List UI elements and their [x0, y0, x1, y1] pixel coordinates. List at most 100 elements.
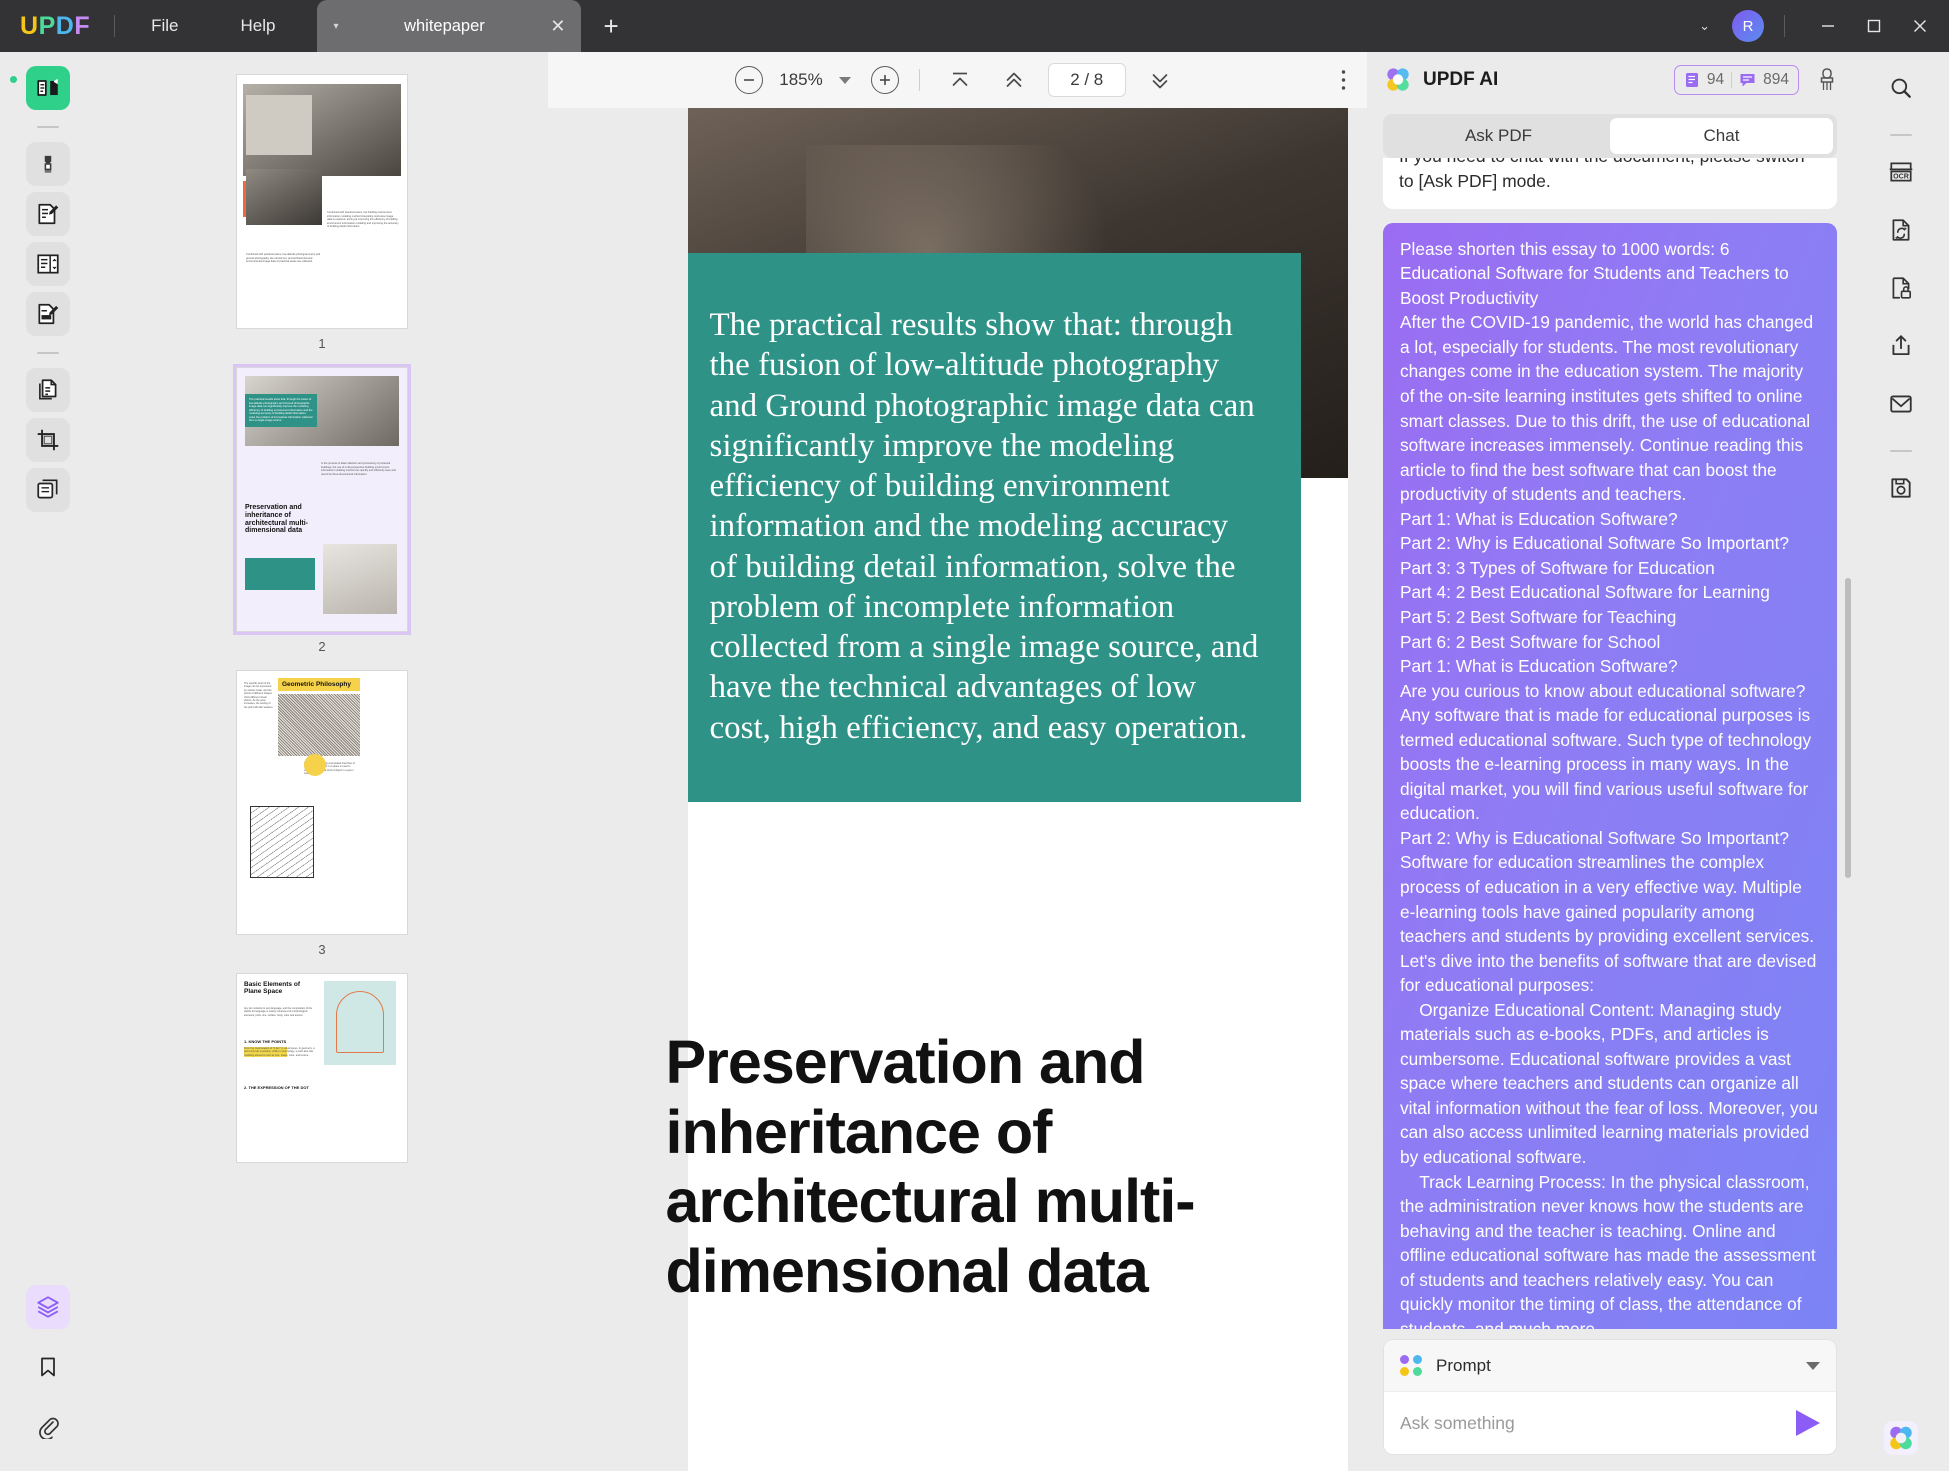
left-tool-rail — [0, 52, 96, 1471]
first-page-icon — [948, 68, 972, 92]
more-vertical-icon — [1341, 69, 1346, 91]
first-page-button[interactable] — [940, 60, 980, 100]
document-viewer: 185% 2 / 8 — [548, 52, 1367, 1471]
next-page-button[interactable] — [1140, 60, 1180, 100]
thumbnail-page-2[interactable]: The practical results show that: through… — [236, 367, 408, 632]
batch-icon — [35, 477, 61, 503]
prompt-chevron-down-icon[interactable] — [1806, 1362, 1820, 1370]
updf-logo[interactable]: U P D F — [20, 12, 90, 41]
thumbnail-label-2: 2 — [318, 639, 325, 654]
page-teal-paragraph: The practical results show that: through… — [688, 253, 1301, 802]
document-badge-icon — [1684, 72, 1700, 88]
logo-letter-p: P — [39, 12, 56, 41]
titlebar-right-group: ⌄ R — [1699, 0, 1949, 52]
tool-protect[interactable] — [1879, 266, 1923, 310]
right-tool-rail: OCR — [1853, 52, 1949, 1471]
zoom-dropdown-icon[interactable] — [839, 77, 851, 84]
previous-page-button[interactable] — [994, 60, 1034, 100]
page-indicator[interactable]: 2 / 8 — [1048, 63, 1126, 97]
send-icon[interactable] — [1796, 1410, 1820, 1436]
tool-ocr[interactable]: OCR — [1879, 150, 1923, 194]
sidebar-item-layers[interactable] — [26, 1285, 70, 1329]
ask-input[interactable] — [1400, 1413, 1796, 1434]
thumbnail-label-1: 1 — [318, 336, 325, 351]
tab-title: whitepaper — [339, 17, 551, 36]
tool-ai-assistant[interactable] — [1884, 1421, 1918, 1455]
sidebar-item-bookmark[interactable] — [26, 1345, 70, 1389]
svg-text:OCR: OCR — [1893, 173, 1909, 181]
lock-document-icon — [1888, 275, 1914, 301]
sidebar-item-edit-pdf[interactable] — [26, 242, 70, 286]
chat-scrollbar[interactable] — [1845, 578, 1851, 878]
ai-clear-chat-button[interactable] — [1815, 67, 1839, 93]
thumbnail-list: Building environment information modelin… — [96, 62, 548, 1163]
ai-panel-title: UPDF AI — [1423, 69, 1498, 91]
pages-icon — [35, 377, 61, 403]
four-dots-icon — [1400, 1355, 1422, 1377]
zoom-in-button[interactable] — [871, 66, 899, 94]
titlebar-divider — [114, 15, 115, 37]
tab-chat[interactable]: Chat — [1610, 118, 1833, 154]
rail-divider-1 — [37, 126, 59, 128]
sidebar-item-highlight[interactable] — [26, 142, 70, 186]
page-canvas[interactable]: The practical results show that: through… — [548, 108, 1367, 1471]
sidebar-item-attachment[interactable] — [26, 1405, 70, 1449]
sidebar-item-comment[interactable] — [26, 192, 70, 236]
bookmark-icon — [36, 1355, 60, 1379]
ocr-icon: OCR — [1887, 159, 1915, 185]
chat-message-user: Please shorten this essay to 1000 words:… — [1383, 223, 1837, 1329]
prev-page-icon — [1002, 68, 1026, 92]
ai-chat-messages[interactable]: If you need to chat with the document, p… — [1367, 158, 1853, 1329]
logo-letter-u: U — [20, 12, 39, 41]
pdf-page-2: The practical results show that: through… — [688, 108, 1348, 1471]
thumbnail-label-3: 3 — [318, 942, 325, 957]
sidebar-item-batch[interactable] — [26, 468, 70, 512]
tool-share[interactable] — [1879, 324, 1923, 368]
window-minimize-button[interactable] — [1805, 0, 1851, 52]
zoom-level-label[interactable]: 185% — [779, 70, 822, 90]
sidebar-item-edit-text[interactable] — [26, 292, 70, 336]
window-close-button[interactable] — [1897, 0, 1943, 52]
search-icon — [1888, 75, 1914, 101]
chevron-down-icon[interactable]: ⌄ — [1699, 18, 1710, 34]
ai-input-row — [1384, 1392, 1836, 1454]
tool-save[interactable] — [1879, 466, 1923, 510]
document-badge-count: 94 — [1707, 71, 1724, 89]
ai-mode-tabs: Ask PDF Chat — [1383, 114, 1837, 158]
reader-icon — [35, 75, 61, 101]
sidebar-item-crop[interactable] — [26, 418, 70, 462]
thumbnail-page-4[interactable]: Basic Elements of Plane Space Any art co… — [236, 973, 408, 1163]
ai-prompt-area: Prompt — [1383, 1339, 1837, 1455]
window-maximize-button[interactable] — [1851, 0, 1897, 52]
thumbnail-page-3[interactable]: Geometric Philosophy The specific point … — [236, 670, 408, 935]
menu-help[interactable]: Help — [223, 10, 294, 42]
zoom-out-button[interactable] — [735, 66, 763, 94]
title-bar: U P D F File Help ▾ whitepaper ✕ + ⌄ R — [0, 0, 1949, 52]
plus-icon — [878, 73, 892, 87]
layers-icon — [35, 1294, 61, 1320]
menu-file[interactable]: File — [133, 10, 196, 42]
document-tab[interactable]: ▾ whitepaper ✕ — [317, 0, 581, 52]
new-tab-button[interactable]: + — [603, 11, 618, 42]
more-options-button[interactable] — [1323, 60, 1363, 100]
ai-panel-header: UPDF AI 94 894 — [1367, 52, 1853, 108]
avatar[interactable]: R — [1732, 10, 1764, 42]
prompt-selector[interactable]: Prompt — [1384, 1340, 1836, 1392]
ai-usage-badges[interactable]: 94 894 — [1674, 65, 1799, 95]
toolbar-divider — [919, 69, 920, 91]
tab-ask-pdf[interactable]: Ask PDF — [1387, 118, 1610, 154]
badge-divider — [1731, 72, 1732, 88]
viewer-toolbar: 185% 2 / 8 — [548, 52, 1367, 108]
page-thumbnails-pane[interactable]: Building environment information modelin… — [96, 52, 548, 1471]
sidebar-item-organize-pages[interactable] — [26, 368, 70, 412]
thumbnail-page-1[interactable]: Building environment information modelin… — [236, 74, 408, 329]
logo-letter-d: D — [56, 12, 75, 41]
sidebar-item-reader[interactable] — [26, 66, 70, 110]
tab-close-icon[interactable]: ✕ — [550, 16, 565, 37]
tool-search[interactable] — [1879, 66, 1923, 110]
prompt-label: Prompt — [1436, 1356, 1491, 1376]
tool-convert[interactable] — [1879, 208, 1923, 252]
tool-mail[interactable] — [1879, 382, 1923, 426]
updf-application-window: U P D F File Help ▾ whitepaper ✕ + ⌄ R — [0, 0, 1949, 1471]
share-icon — [1888, 333, 1914, 359]
